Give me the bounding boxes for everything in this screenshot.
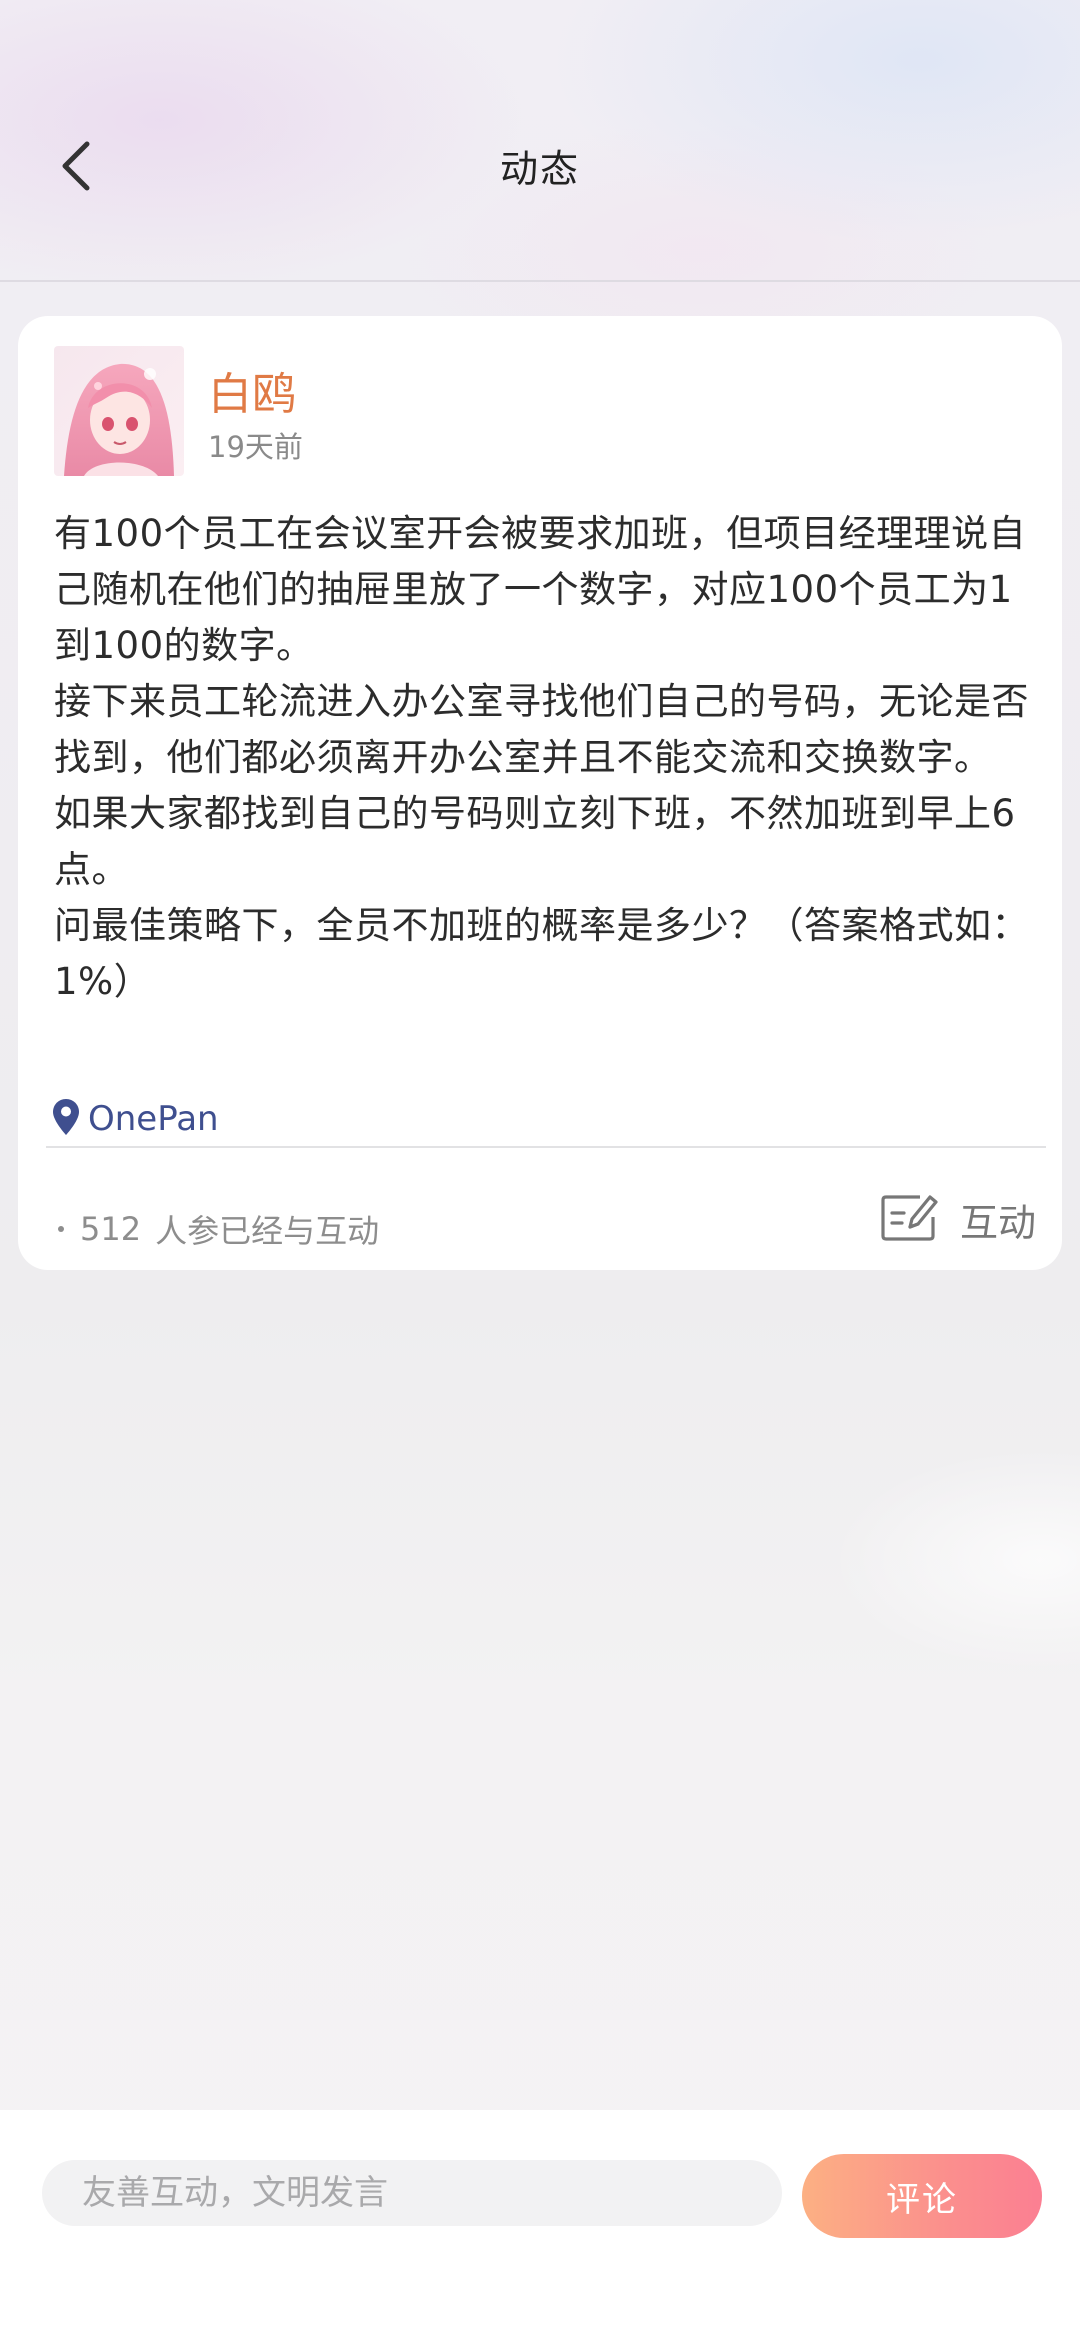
post-timestamp: 19天前 bbox=[208, 430, 303, 464]
bullet-dot bbox=[58, 1226, 64, 1232]
post-paragraph: 有100个员工在会议室开会被要求加班，但项目经理理说自己随机在他们的抽屉里放了一… bbox=[54, 512, 1027, 667]
participant-count: 512 bbox=[80, 1210, 142, 1248]
comment-bar: 评论 bbox=[0, 2110, 1080, 2340]
post-content: 有100个员工在会议室开会被要求加班，但项目经理理说自己随机在他们的抽屉里放了一… bbox=[54, 506, 1038, 1010]
post-paragraph: 如果大家都找到自己的号码则立刻下班，不然加班到早上6点。 bbox=[54, 792, 1016, 891]
edit-note-icon bbox=[880, 1191, 938, 1247]
location-text: OnePan bbox=[88, 1099, 219, 1139]
page-title: 动态 bbox=[499, 147, 580, 191]
interact-button[interactable]: 互动 bbox=[880, 1184, 1036, 1254]
participants-info: 512 人参已经与互动 bbox=[58, 1206, 379, 1252]
top-bar: 动态 bbox=[0, 0, 1080, 282]
post-paragraph: 问最佳策略下，全员不加班的概率是多少？（答案格式如：1%） bbox=[54, 904, 1029, 1003]
comment-button[interactable]: 评论 bbox=[802, 2154, 1042, 2238]
avatar[interactable] bbox=[54, 346, 184, 476]
author-name[interactable]: 白鸥 bbox=[208, 358, 296, 422]
location-tag[interactable]: OnePan bbox=[52, 1094, 219, 1144]
comment-input[interactable] bbox=[42, 2160, 782, 2226]
location-pin-icon bbox=[52, 1098, 80, 1140]
post-card: 白鸥 19天前 有100个员工在会议室开会被要求加班，但项目经理理说自己随机在他… bbox=[18, 316, 1062, 1270]
divider bbox=[46, 1146, 1046, 1148]
participant-label: 人参已经与互动 bbox=[155, 1212, 380, 1250]
interact-label: 互动 bbox=[959, 1200, 1036, 1245]
post-paragraph: 接下来员工轮流进入办公室寻找他们自己的号码，无论是否找到，他们都必须离开办公室并… bbox=[54, 680, 1029, 779]
